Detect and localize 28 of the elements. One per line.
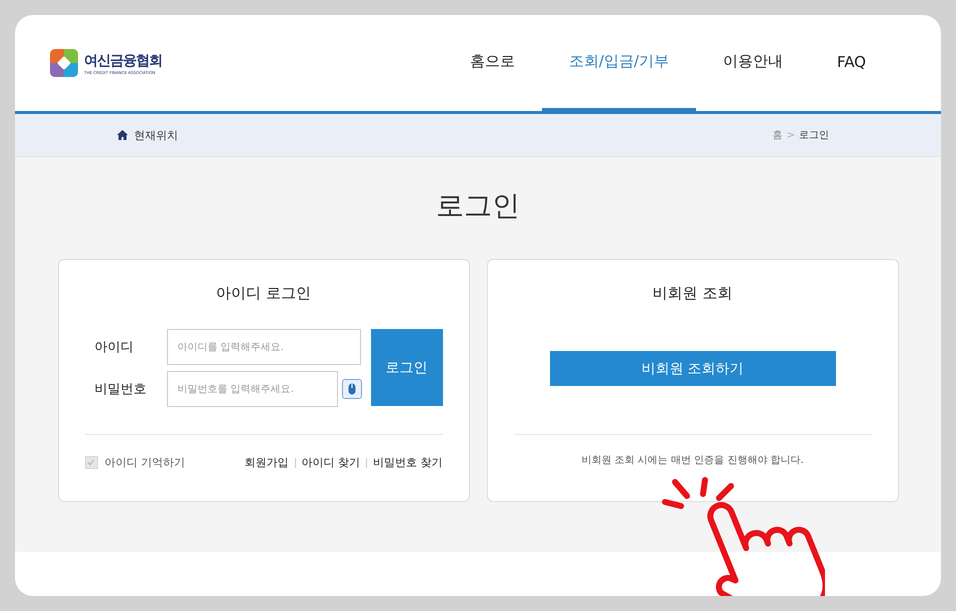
mouse-icon [348, 383, 356, 395]
nav-tab[interactable]: FAQ [810, 15, 893, 111]
remember-checkbox[interactable] [84, 456, 98, 469]
home-icon[interactable] [117, 130, 128, 140]
breadcrumb-link[interactable]: 로그인 [799, 128, 829, 142]
guest-lookup-button[interactable]: 비회원 조회하기 [550, 351, 836, 386]
account-link[interactable]: 아이디 찾기 [302, 455, 360, 470]
id-label: 아이디 [94, 339, 134, 356]
login-button[interactable]: 로그인 [370, 329, 442, 406]
password-label: 비밀번호 [94, 381, 148, 398]
guest-notice: 비회원 조회 시에는 매번 인증을 진행해야 합니다. [580, 454, 805, 467]
location-label: 현재위치 [134, 128, 178, 142]
logo-name: 여신금융협회 [84, 52, 162, 70]
nav-tab[interactable]: 조회/입금/기부 [542, 15, 696, 111]
remember-label: 아이디 기억하기 [104, 455, 185, 470]
nav-tab[interactable]: 이용안내 [696, 15, 810, 111]
logo-icon [50, 49, 78, 77]
panel-heading: 아이디 로그인 [215, 284, 312, 303]
check-icon [87, 459, 95, 466]
id-field[interactable]: 아이디를 입력해주세요. [166, 329, 360, 365]
breadcrumb-separator: > [786, 130, 795, 140]
password-field[interactable]: 비밀번호를 입력해주세요. [166, 371, 338, 407]
nav-tab[interactable]: 홈으로 [442, 15, 542, 111]
panel-heading: 비회원 조회 [652, 284, 734, 303]
mouse-keyboard-button[interactable] [342, 379, 362, 399]
account-link[interactable]: 회원가입 [244, 455, 288, 470]
page-title: 로그인 [436, 188, 520, 224]
account-link[interactable]: 비밀번호 찾기 [373, 455, 442, 470]
